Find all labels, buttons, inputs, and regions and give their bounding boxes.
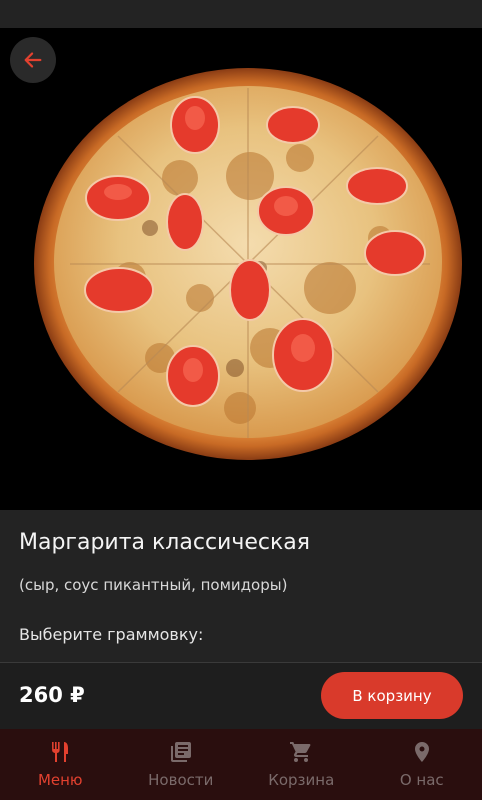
weight-selector-label: Выберите граммовку:	[19, 625, 204, 644]
add-to-cart-button[interactable]: В корзину	[321, 672, 463, 719]
nav-label-menu: Меню	[37, 771, 83, 789]
product-details: Маргарита классическая (сыр, соус пикант…	[0, 510, 482, 662]
product-image	[0, 28, 482, 510]
nav-item-cart[interactable]: Корзина	[241, 729, 362, 800]
pizza-image	[34, 68, 462, 460]
purchase-bar: 260 ₽ В корзину	[0, 663, 482, 729]
nav-item-about[interactable]: О нас	[362, 729, 482, 800]
product-title: Маргарита классическая	[19, 530, 310, 555]
bottom-navigation: Меню Новости Корзина О нас	[0, 729, 482, 800]
arrow-left-icon	[24, 52, 42, 68]
nav-item-news[interactable]: Новости	[121, 729, 242, 800]
product-description: (сыр, соус пикантный, помидоры)	[19, 576, 288, 594]
location-pin-icon	[409, 739, 435, 765]
fork-knife-icon	[47, 739, 73, 765]
price: 260 ₽	[19, 683, 85, 707]
news-icon	[168, 739, 194, 765]
nav-item-menu[interactable]: Меню	[0, 729, 121, 800]
status-bar	[0, 0, 482, 28]
back-button[interactable]	[10, 37, 56, 83]
nav-label-cart: Корзина	[268, 771, 335, 789]
cart-icon	[288, 739, 314, 765]
nav-label-news: Новости	[148, 771, 214, 789]
nav-label-about: О нас	[399, 771, 444, 789]
